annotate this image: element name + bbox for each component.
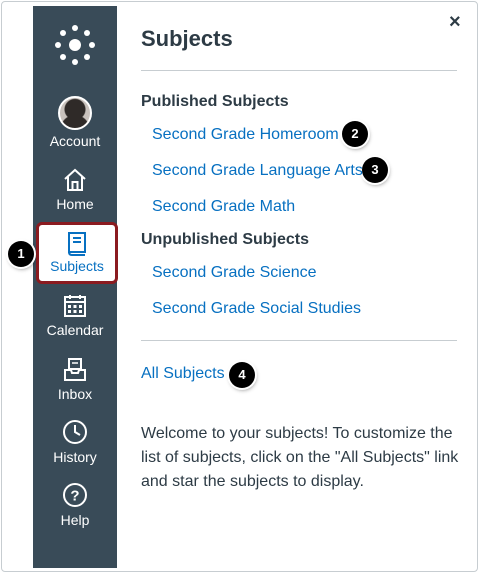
nav-history[interactable]: History: [33, 418, 117, 465]
unpublished-subjects-heading: Unpublished Subjects: [141, 231, 310, 248]
subject-link[interactable]: Second Grade Homeroom: [152, 126, 339, 144]
home-icon: [64, 168, 86, 191]
nav-home-label: Home: [56, 196, 94, 212]
welcome-text: Welcome to your subjects! To customize t…: [141, 425, 459, 490]
nav-account-label: Account: [49, 133, 101, 149]
callout-badge: 3: [362, 157, 388, 183]
calendar-icon: [64, 295, 86, 317]
subject-link[interactable]: Second Grade Social Studies: [152, 300, 361, 318]
divider: [141, 70, 457, 71]
nav-account[interactable]: Account: [33, 96, 117, 149]
nav-inbox[interactable]: Inbox: [33, 357, 117, 402]
nav-calendar-label: Calendar: [46, 322, 104, 338]
nav-subjects-label: Subjects: [50, 258, 104, 274]
subject-link[interactable]: Second Grade Language Arts: [152, 162, 363, 180]
tray-title: Subjects: [141, 26, 233, 51]
callout-badge: 2: [342, 121, 368, 147]
global-nav-sidebar: Account Home Calendar Inbox History ? He…: [33, 6, 117, 568]
nav-help[interactable]: ? Help: [33, 481, 117, 528]
subject-link[interactable]: Second Grade Math: [152, 198, 295, 216]
callout-badge: 1: [8, 241, 34, 267]
published-subjects-heading: Published Subjects: [141, 93, 289, 110]
avatar: [58, 96, 92, 130]
canvas-logo-icon[interactable]: [53, 23, 97, 67]
callout-badge: 4: [229, 362, 255, 388]
close-icon[interactable]: ×: [449, 12, 461, 32]
clock-icon: [63, 420, 87, 444]
nav-inbox-label: Inbox: [57, 386, 93, 402]
divider: [141, 340, 457, 341]
nav-help-label: Help: [60, 512, 90, 528]
help-icon: ?: [63, 483, 87, 507]
nav-home[interactable]: Home: [33, 167, 117, 212]
all-subjects-link[interactable]: All Subjects: [141, 365, 225, 383]
nav-history-label: History: [53, 449, 97, 465]
nav-calendar[interactable]: Calendar: [33, 293, 117, 338]
book-icon: [68, 232, 86, 256]
nav-subjects[interactable]: Subjects: [36, 222, 118, 284]
svg-text:?: ?: [70, 488, 79, 505]
subject-link[interactable]: Second Grade Science: [152, 264, 317, 282]
inbox-icon: [64, 358, 86, 381]
